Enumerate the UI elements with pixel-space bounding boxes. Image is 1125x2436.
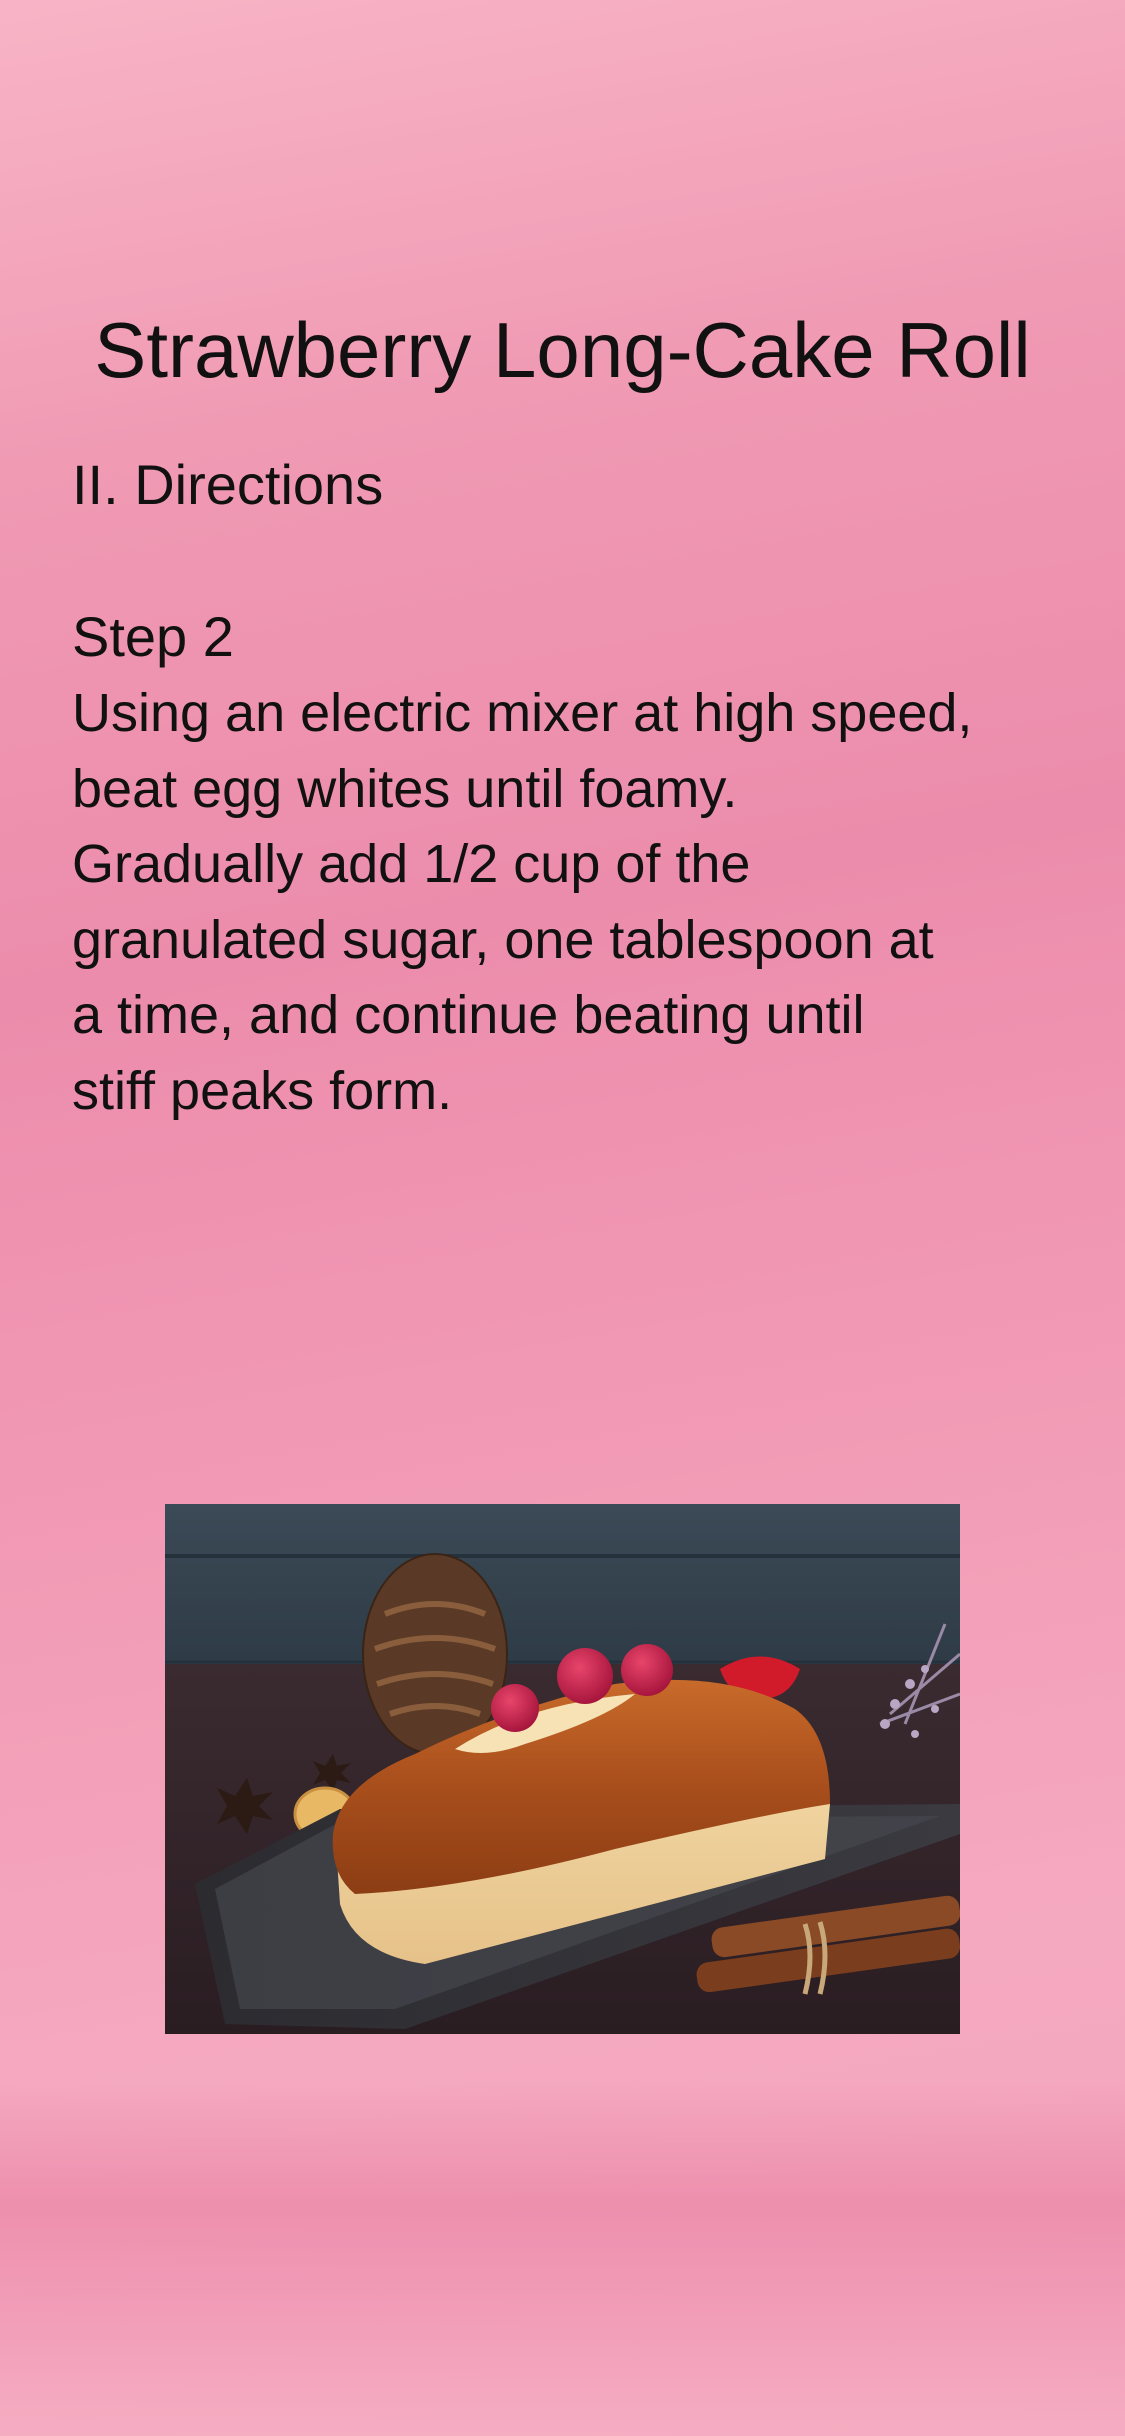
section-heading: II. Directions <box>72 453 384 516</box>
recipe-title: Strawberry Long-Cake Roll <box>94 306 1031 395</box>
step-instructions: Using an electric mixer at high speed, b… <box>72 683 973 1121</box>
background-band <box>0 2080 1125 2436</box>
loaf-cake-photo <box>165 1504 960 2034</box>
step-label: Step 2 <box>72 605 234 668</box>
